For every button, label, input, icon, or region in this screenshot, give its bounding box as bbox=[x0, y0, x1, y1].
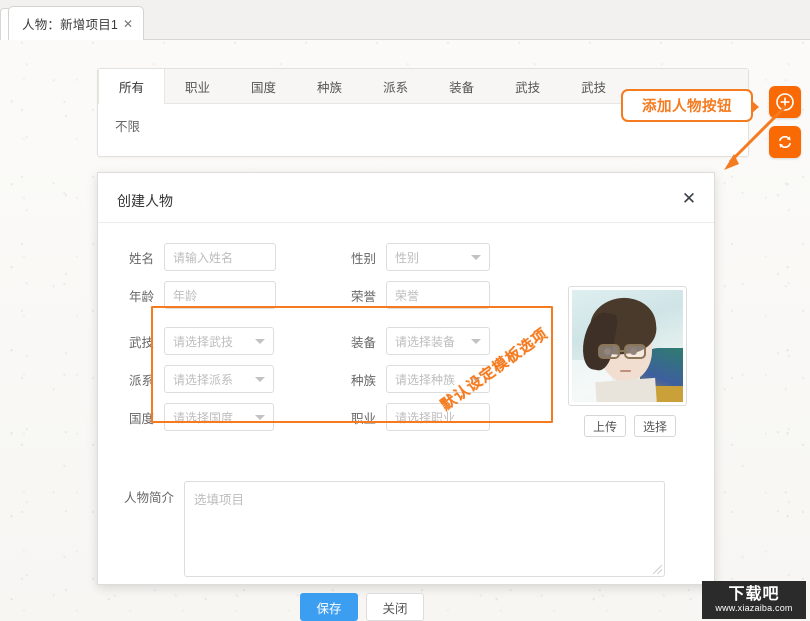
field-profession: 职业 请选择职业 bbox=[334, 403, 490, 431]
name-input[interactable]: 请输入姓名 bbox=[164, 243, 276, 271]
avatar-buttons: 上传 选择 bbox=[568, 415, 698, 437]
dialog-close-icon[interactable]: ✕ bbox=[678, 187, 700, 209]
add-character-button[interactable] bbox=[769, 86, 801, 118]
chevron-down-icon bbox=[471, 255, 481, 260]
watermark-url: www.xiazaiba.com bbox=[715, 603, 793, 613]
dialog-title: 创建人物 bbox=[117, 193, 173, 209]
equipment-placeholder: 请选择装备 bbox=[395, 334, 456, 349]
field-gender: 性别 性别 bbox=[334, 243, 490, 271]
field-age: 年龄 年龄 bbox=[98, 281, 276, 309]
plus-circle-icon bbox=[776, 93, 794, 111]
avatar-frame[interactable] bbox=[568, 286, 687, 406]
resize-handle-icon[interactable] bbox=[653, 565, 662, 574]
faction-select[interactable]: 请选择派系 bbox=[164, 365, 274, 393]
browser-tab[interactable]: 人物：新增项目1 ✕ bbox=[8, 6, 144, 40]
avatar-glasses-bridge bbox=[620, 350, 626, 352]
equipment-select[interactable]: 请选择装备 bbox=[386, 327, 490, 355]
chevron-down-icon bbox=[255, 377, 265, 382]
field-equipment: 装备 请选择装备 bbox=[334, 327, 490, 355]
refresh-button[interactable] bbox=[769, 126, 801, 158]
close-button[interactable]: 关闭 bbox=[366, 593, 424, 621]
filter-tab-skill-2[interactable]: 武技 bbox=[561, 69, 627, 103]
faction-placeholder: 请选择派系 bbox=[173, 372, 234, 387]
field-name: 姓名 请输入姓名 bbox=[98, 243, 276, 271]
gender-select[interactable]: 性别 bbox=[386, 243, 490, 271]
dialog-header: 创建人物 ✕ bbox=[98, 173, 714, 223]
save-button[interactable]: 保存 bbox=[300, 593, 358, 621]
callout-label: 添加人物按钮 bbox=[642, 99, 732, 115]
field-label-country: 国度 bbox=[128, 411, 154, 426]
filter-tab-label: 国度 bbox=[251, 80, 277, 95]
avatar-collar bbox=[595, 377, 657, 402]
filter-tab-label: 种族 bbox=[317, 80, 343, 95]
create-character-dialog: 创建人物 ✕ 姓名 请输入姓名 性别 性别 年龄 年龄 荣誉 荣誉 武技 请选择… bbox=[97, 172, 715, 621]
field-label-skill: 武技 bbox=[128, 335, 154, 350]
filter-tab-label: 职业 bbox=[185, 80, 211, 95]
avatar-image bbox=[572, 290, 683, 402]
filter-tab-faction[interactable]: 派系 bbox=[363, 69, 429, 103]
field-skill: 武技 请选择武技 bbox=[98, 327, 274, 355]
field-faction: 派系 请选择派系 bbox=[98, 365, 274, 393]
field-label-race: 种族 bbox=[350, 373, 376, 388]
refresh-icon bbox=[779, 135, 791, 149]
age-placeholder: 年龄 bbox=[173, 288, 198, 303]
gender-placeholder: 性别 bbox=[395, 250, 420, 265]
field-honor: 荣誉 荣誉 bbox=[334, 281, 490, 309]
close-icon[interactable]: ✕ bbox=[123, 18, 133, 30]
filter-tab-all[interactable]: 所有 bbox=[98, 69, 166, 104]
filter-tab-label: 装备 bbox=[449, 80, 475, 95]
filter-tab-equipment[interactable]: 装备 bbox=[429, 69, 495, 103]
browser-tab-bar: 人物：新增项目1 ✕ bbox=[0, 0, 810, 40]
chevron-down-icon bbox=[471, 339, 481, 344]
upload-button[interactable]: 上传 bbox=[584, 415, 627, 437]
choose-button[interactable]: 选择 bbox=[634, 415, 677, 437]
bio-label: 人物简介 bbox=[123, 491, 174, 505]
character-form: 姓名 请输入姓名 性别 性别 年龄 年龄 荣誉 荣誉 武技 请选择武技 装备 请… bbox=[98, 223, 568, 436]
field-label-name: 姓名 bbox=[128, 251, 154, 266]
dialog-footer: 保存 关闭 bbox=[98, 593, 714, 621]
field-label-honor: 荣誉 bbox=[350, 289, 376, 304]
avatar-block: 上传 选择 bbox=[568, 286, 698, 437]
form-row-country-profession: 国度 请选择国度 职业 请选择职业 bbox=[98, 398, 568, 436]
watermark-logo: 下载吧 bbox=[728, 586, 780, 603]
callout-add-character: 添加人物按钮 bbox=[621, 89, 759, 122]
avatar-mouth bbox=[620, 370, 631, 372]
avatar-glasses-right bbox=[624, 344, 646, 359]
field-label-age: 年龄 bbox=[128, 289, 154, 304]
honor-input[interactable]: 荣誉 bbox=[386, 281, 490, 309]
field-label-faction: 派系 bbox=[128, 373, 154, 388]
filter-tab-race[interactable]: 种族 bbox=[297, 69, 363, 103]
age-input[interactable]: 年龄 bbox=[164, 281, 276, 309]
country-select[interactable]: 请选择国度 bbox=[164, 403, 274, 431]
skill-placeholder: 请选择武技 bbox=[173, 334, 234, 349]
field-label-gender: 性别 bbox=[350, 251, 376, 266]
field-country: 国度 请选择国度 bbox=[98, 403, 274, 431]
watermark: 下载吧 www.xiazaiba.com bbox=[702, 581, 806, 619]
filter-tab-label: 所有 bbox=[119, 80, 145, 95]
country-placeholder: 请选择国度 bbox=[173, 410, 234, 425]
bio-textarea[interactable]: 选填项目 bbox=[184, 481, 665, 577]
honor-placeholder: 荣誉 bbox=[395, 288, 420, 303]
field-label-equipment: 装备 bbox=[350, 335, 376, 350]
bio-row: 人物简介 选填项目 bbox=[98, 481, 665, 577]
filter-tab-profession[interactable]: 职业 bbox=[165, 69, 231, 103]
field-label-profession: 职业 bbox=[350, 411, 376, 426]
bio-placeholder: 选填项目 bbox=[194, 493, 245, 507]
chevron-down-icon bbox=[255, 339, 265, 344]
form-row-age-honor: 年龄 年龄 荣誉 荣誉 bbox=[98, 276, 568, 314]
filter-tab-label: 武技 bbox=[515, 80, 541, 95]
name-placeholder: 请输入姓名 bbox=[173, 250, 234, 265]
skill-select[interactable]: 请选择武技 bbox=[164, 327, 274, 355]
profession-select[interactable]: 请选择职业 bbox=[386, 403, 490, 431]
browser-tab-title: 人物：新增项目1 bbox=[22, 18, 119, 32]
filter-tab-label: 武技 bbox=[581, 80, 607, 95]
avatar-glasses-left bbox=[598, 344, 620, 359]
race-placeholder: 请选择种族 bbox=[395, 372, 456, 387]
form-row-name-gender: 姓名 请输入姓名 性别 性别 bbox=[98, 238, 568, 276]
filter-tab-skill-1[interactable]: 武技 bbox=[495, 69, 561, 103]
filter-tab-label: 派系 bbox=[383, 80, 409, 95]
filter-tab-country[interactable]: 国度 bbox=[231, 69, 297, 103]
chevron-down-icon bbox=[255, 415, 265, 420]
